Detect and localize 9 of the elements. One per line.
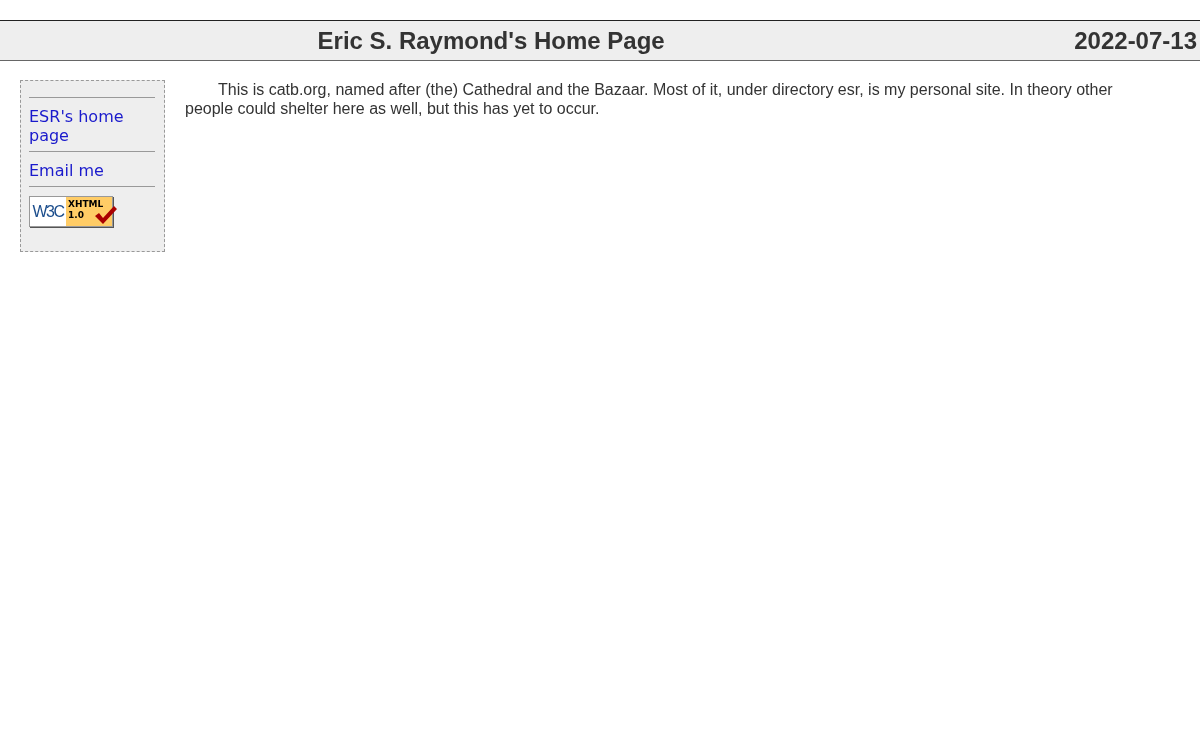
date-text: 2022-07-13	[1074, 26, 1198, 55]
sidebar-link[interactable]: ESR's home page	[29, 98, 155, 151]
page-title: Eric S. Raymond's Home Page	[316, 26, 666, 55]
sidebar-link[interactable]: Email me	[29, 152, 155, 186]
checkmark-icon	[94, 205, 118, 225]
badge-logo-text: W3C	[30, 197, 66, 226]
intro-paragraph: This is catb.org, named after (the) Cathedral and the Bazaar. Most of it, under directory esr, is my personal site. In theory other people could shelter here as well, but this has yet to occur.	[185, 80, 1114, 118]
badge-version: 1.0	[68, 210, 85, 221]
badge-label: XHTML	[68, 199, 104, 210]
